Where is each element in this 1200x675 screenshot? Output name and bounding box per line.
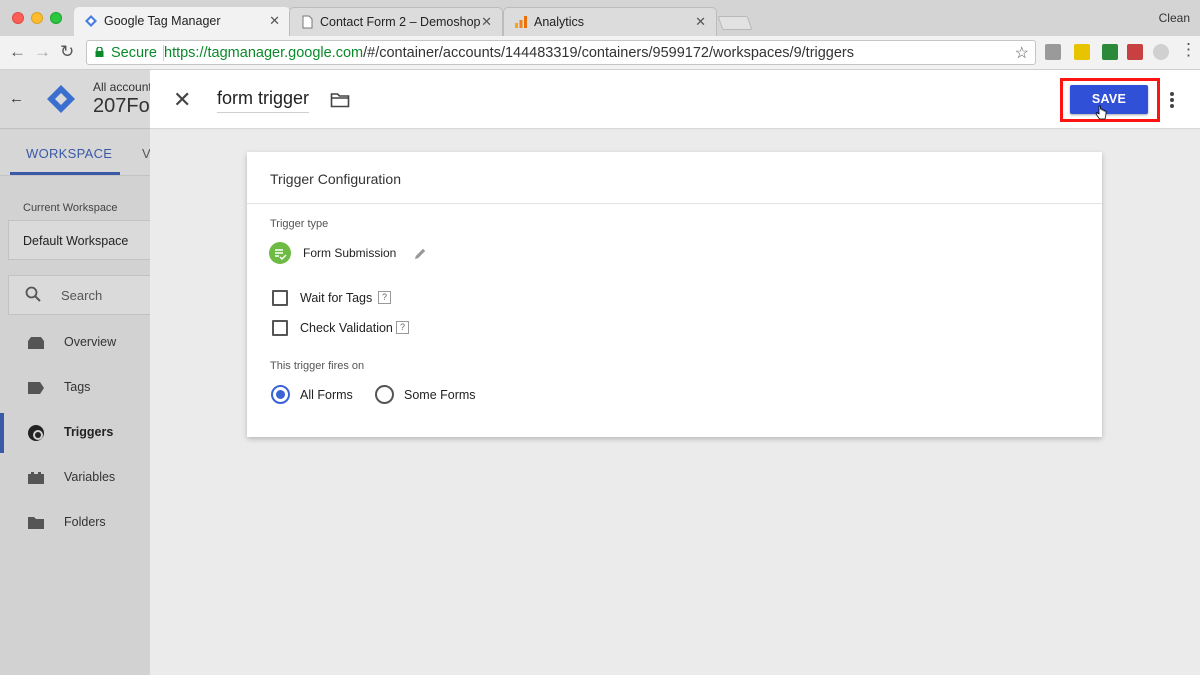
tab-title: Analytics <box>534 15 585 29</box>
bookmark-star-icon[interactable]: ☆ <box>1015 43 1029 63</box>
folder-icon[interactable] <box>330 92 350 108</box>
more-options-icon[interactable] <box>1170 92 1174 108</box>
current-workspace-value: Default Workspace <box>23 234 129 248</box>
browser-tab-bar: Google Tag Manager ✕ Contact Form 2 – De… <box>0 0 1200 36</box>
trigger-icon <box>28 425 44 441</box>
help-icon[interactable]: ? <box>378 291 391 304</box>
sidebar-item-tags[interactable]: Tags <box>0 368 150 408</box>
current-workspace-label: Current Workspace <box>23 202 118 214</box>
page-favicon-icon <box>302 15 313 29</box>
sidebar-item-label: Tags <box>64 380 91 394</box>
trigger-editor-header: ✕ form trigger SAVE <box>150 70 1200 129</box>
sidebar-item-triggers[interactable]: Triggers <box>0 413 150 453</box>
back-arrow-icon[interactable]: ← <box>9 42 26 62</box>
tag-icon <box>28 382 44 394</box>
overview-icon <box>28 337 44 349</box>
browser-tab-contact-form[interactable]: Contact Form 2 – Demoshop ✕ <box>289 7 503 36</box>
browser-menu-icon[interactable]: ⋮ <box>1180 40 1197 60</box>
gtm-logo-icon <box>47 85 75 113</box>
card-divider <box>247 203 1102 204</box>
gtm-favicon-icon <box>85 15 97 27</box>
edit-pencil-icon[interactable] <box>414 247 427 260</box>
reload-icon[interactable]: ↻ <box>60 42 74 62</box>
sidebar-item-overview[interactable]: Overview <box>0 323 150 363</box>
checkbox-label: Check Validation <box>300 321 393 335</box>
sidebar-item-label: Overview <box>64 335 117 349</box>
tab-close-icon[interactable]: ✕ <box>481 14 492 30</box>
trigger-name-field[interactable]: form trigger <box>217 88 310 113</box>
workspace-selector[interactable]: Default Workspace <box>8 220 150 260</box>
checkbox-box[interactable] <box>272 320 288 336</box>
close-icon[interactable]: ✕ <box>173 87 191 113</box>
trigger-configuration-card: Trigger Configuration Trigger type Form … <box>247 152 1102 437</box>
browser-tab-analytics[interactable]: Analytics ✕ <box>503 7 717 36</box>
new-tab-button[interactable] <box>717 16 753 30</box>
card-title: Trigger Configuration <box>270 171 401 187</box>
extension-flag-icon[interactable] <box>1127 44 1143 60</box>
close-window-button[interactable] <box>12 12 24 24</box>
hand-cursor-icon <box>1095 105 1107 120</box>
sidebar-item-variables[interactable]: Variables <box>0 458 150 498</box>
account-breadcrumb[interactable]: All accounts <box>93 80 150 94</box>
minimize-window-button[interactable] <box>31 12 43 24</box>
tab-workspace[interactable]: WORKSPACE <box>26 146 112 161</box>
save-button[interactable]: SAVE <box>1070 85 1148 114</box>
extension-ghost-icon[interactable] <box>1153 44 1169 60</box>
checkbox-label: Wait for Tags <box>300 291 373 305</box>
help-icon[interactable]: ? <box>396 321 409 334</box>
radio-label[interactable]: Some Forms <box>404 388 476 402</box>
tab-versions[interactable]: V <box>142 146 150 161</box>
tab-close-icon[interactable]: ✕ <box>269 13 280 29</box>
extension-code-icon[interactable] <box>1045 44 1061 60</box>
container-name[interactable]: 207Fo <box>93 95 150 118</box>
trigger-type-label: Trigger type <box>270 218 329 230</box>
folder-icon <box>28 517 44 529</box>
some-forms-radio[interactable] <box>375 385 394 404</box>
checkbox-box[interactable] <box>272 290 288 306</box>
form-submission-icon <box>269 242 291 264</box>
variables-icon <box>28 472 44 484</box>
secure-label: Secure <box>111 45 157 61</box>
url-text: https://tagmanager.google.com/#/containe… <box>164 45 855 61</box>
tab-close-icon[interactable]: ✕ <box>695 14 706 30</box>
radio-label[interactable]: All Forms <box>300 388 353 402</box>
back-arrow-icon[interactable]: ← <box>9 90 24 107</box>
lock-icon <box>95 47 104 57</box>
address-bar[interactable]: Secure https://tagmanager.google.com/#/c… <box>86 40 1036 65</box>
all-forms-radio[interactable] <box>271 385 290 404</box>
fires-on-label: This trigger fires on <box>270 360 365 372</box>
browser-tab-gtm[interactable]: Google Tag Manager ✕ <box>74 7 290 36</box>
sidebar-item-folders[interactable]: Folders <box>0 503 150 543</box>
tab-title: Google Tag Manager <box>104 14 221 28</box>
sidebar-header: ← All accounts 207Fo <box>0 70 150 129</box>
sidebar-search[interactable]: Search <box>8 275 150 315</box>
maximize-window-button[interactable] <box>50 12 62 24</box>
sidebar-item-label: Triggers <box>64 425 114 439</box>
profile-name[interactable]: Clean <box>1159 11 1190 25</box>
analytics-favicon-icon <box>515 16 527 28</box>
tab-title: Contact Form 2 – Demoshop <box>320 15 481 29</box>
extension-on-icon[interactable] <box>1102 44 1118 60</box>
search-icon <box>25 286 41 302</box>
browser-toolbar: ← → ↻ Secure https://tagmanager.google.c… <box>0 36 1200 70</box>
active-tab-indicator <box>10 172 120 175</box>
search-placeholder: Search <box>61 288 103 303</box>
forward-arrow-icon[interactable]: → <box>34 42 51 62</box>
workspace-tabs: WORKSPACE V <box>0 130 150 176</box>
sidebar-item-label: Folders <box>64 515 106 529</box>
sidebar-item-label: Variables <box>64 470 116 484</box>
gtm-sidebar: ← All accounts 207Fo WORKSPACE V Current… <box>0 70 150 675</box>
active-item-indicator <box>0 413 4 453</box>
extension-tag-icon[interactable] <box>1074 44 1090 60</box>
trigger-type-name: Form Submission <box>303 246 397 260</box>
